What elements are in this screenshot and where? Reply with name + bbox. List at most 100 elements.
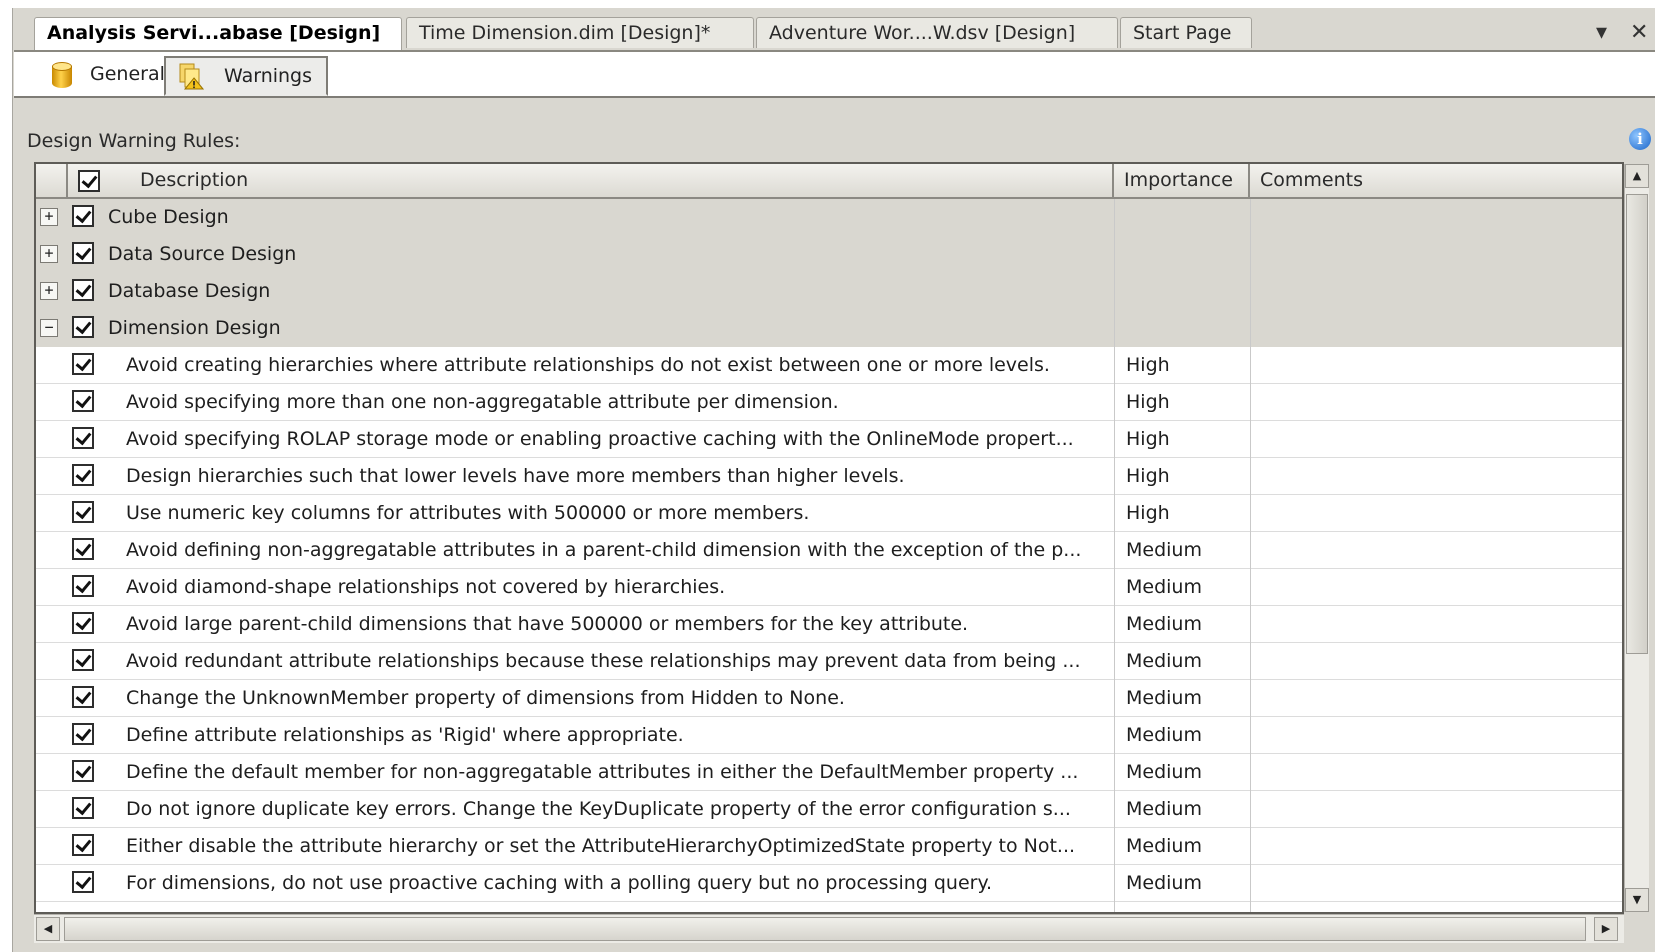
rule-row[interactable]: Either disable the attribute hierarchy o… xyxy=(36,828,1622,865)
rule-comments[interactable] xyxy=(1262,495,1612,531)
rule-importance[interactable]: High xyxy=(1126,495,1170,531)
group-row[interactable]: + Cube Design xyxy=(36,199,1622,236)
rule-comments[interactable] xyxy=(1262,865,1612,901)
rule-description: Avoid diamond-shape relationships not co… xyxy=(126,576,726,598)
rule-row[interactable]: Avoid large parent-child dimensions that… xyxy=(36,606,1622,643)
rule-comments[interactable] xyxy=(1262,717,1612,753)
expand-icon[interactable]: + xyxy=(40,245,58,263)
horizontal-scrollbar[interactable]: ◀ ▶ xyxy=(34,914,1624,943)
rule-importance[interactable]: Medium xyxy=(1126,828,1202,864)
rule-checkbox[interactable] xyxy=(72,575,94,597)
close-icon[interactable]: ✕ xyxy=(1630,20,1648,45)
tab-adventure-works-dsv[interactable]: Adventure Wor....W.dsv [Design] xyxy=(756,17,1118,48)
tab-general[interactable]: General xyxy=(32,56,172,96)
scroll-left-icon[interactable]: ◀ xyxy=(36,917,60,941)
rule-importance[interactable]: Medium xyxy=(1126,532,1202,568)
rule-description: Avoid defining non-aggregatable attribut… xyxy=(126,539,1082,561)
rule-checkbox[interactable] xyxy=(72,353,94,375)
group-checkbox[interactable] xyxy=(72,242,94,264)
rule-comments[interactable] xyxy=(1262,384,1612,420)
rule-importance[interactable]: Medium xyxy=(1126,569,1202,605)
rule-description: Avoid redundant attribute relationships … xyxy=(126,650,1081,672)
rule-comments[interactable] xyxy=(1262,458,1612,494)
rule-row[interactable]: Avoid redundant attribute relationships … xyxy=(36,643,1622,680)
group-checkbox[interactable] xyxy=(72,205,94,227)
expand-icon[interactable]: + xyxy=(40,208,58,226)
rule-checkbox[interactable] xyxy=(72,723,94,745)
rule-row[interactable]: Change the UnknownMember property of dim… xyxy=(36,680,1622,717)
vertical-scrollbar[interactable]: ▲ ▼ xyxy=(1624,164,1649,912)
column-divider xyxy=(1250,199,1251,912)
rule-row[interactable]: Design hierarchies such that lower level… xyxy=(36,458,1622,495)
rule-checkbox[interactable] xyxy=(72,871,94,893)
rule-checkbox[interactable] xyxy=(72,501,94,523)
tab-start-page[interactable]: Start Page xyxy=(1120,17,1252,48)
group-row[interactable]: + Data Source Design xyxy=(36,236,1622,273)
group-label: Data Source Design xyxy=(108,243,297,265)
info-icon[interactable]: i xyxy=(1629,128,1651,150)
group-row[interactable]: + Database Design xyxy=(36,273,1622,310)
rule-checkbox[interactable] xyxy=(72,797,94,819)
tab-time-dimension[interactable]: Time Dimension.dim [Design]* xyxy=(406,17,754,48)
group-checkbox[interactable] xyxy=(72,279,94,301)
rule-row[interactable]: For dimensions, do not use proactive cac… xyxy=(36,865,1622,902)
rule-comments[interactable] xyxy=(1262,569,1612,605)
rule-comments[interactable] xyxy=(1262,606,1612,642)
vertical-scroll-thumb[interactable] xyxy=(1626,194,1648,654)
tab-analysis-services-database[interactable]: Analysis Servi...abase [Design] xyxy=(34,17,402,50)
rule-comments[interactable] xyxy=(1262,347,1612,383)
rule-importance[interactable]: High xyxy=(1126,421,1170,457)
rule-checkbox[interactable] xyxy=(72,612,94,634)
rule-checkbox[interactable] xyxy=(72,834,94,856)
rule-importance[interactable]: Medium xyxy=(1126,791,1202,827)
rule-importance[interactable]: Medium xyxy=(1126,754,1202,790)
rule-comments[interactable] xyxy=(1262,680,1612,716)
rule-checkbox[interactable] xyxy=(72,760,94,782)
scroll-right-icon[interactable]: ▶ xyxy=(1594,917,1618,941)
column-header-importance[interactable]: Importance xyxy=(1114,164,1250,199)
rule-description: Either disable the attribute hierarchy o… xyxy=(126,835,1076,857)
rule-importance[interactable]: Medium xyxy=(1126,865,1202,901)
select-all-checkbox[interactable] xyxy=(78,170,100,192)
rule-importance[interactable]: Medium xyxy=(1126,680,1202,716)
rule-comments[interactable] xyxy=(1262,421,1612,457)
collapse-icon[interactable]: − xyxy=(40,319,58,337)
rule-checkbox[interactable] xyxy=(72,538,94,560)
rule-importance[interactable]: Medium xyxy=(1126,643,1202,679)
rule-row[interactable]: Avoid creating hierarchies where attribu… xyxy=(36,347,1622,384)
rule-checkbox[interactable] xyxy=(72,427,94,449)
rule-importance[interactable]: Medium xyxy=(1126,606,1202,642)
rule-checkbox[interactable] xyxy=(72,686,94,708)
rule-checkbox[interactable] xyxy=(72,390,94,412)
expand-icon[interactable]: + xyxy=(40,282,58,300)
scroll-up-icon[interactable]: ▲ xyxy=(1625,164,1649,188)
rule-importance[interactable]: Medium xyxy=(1126,717,1202,753)
database-icon xyxy=(52,62,72,90)
rule-row[interactable]: Avoid specifying more than one non-aggre… xyxy=(36,384,1622,421)
rule-row[interactable]: Avoid defining non-aggregatable attribut… xyxy=(36,532,1622,569)
horizontal-scroll-thumb[interactable] xyxy=(64,917,1586,941)
rule-checkbox[interactable] xyxy=(72,464,94,486)
column-header-comments[interactable]: Comments xyxy=(1250,164,1622,199)
rule-row[interactable]: Avoid specifying ROLAP storage mode or e… xyxy=(36,421,1622,458)
rule-comments[interactable] xyxy=(1262,791,1612,827)
rule-comments[interactable] xyxy=(1262,532,1612,568)
rule-row[interactable]: Do not ignore duplicate key errors. Chan… xyxy=(36,791,1622,828)
group-row[interactable]: − Dimension Design xyxy=(36,310,1622,347)
rule-importance[interactable]: High xyxy=(1126,384,1170,420)
rule-row[interactable]: Avoid diamond-shape relationships not co… xyxy=(36,569,1622,606)
rule-comments[interactable] xyxy=(1262,643,1612,679)
chevron-down-icon[interactable]: ▾ xyxy=(1596,20,1607,45)
rule-importance[interactable]: High xyxy=(1126,458,1170,494)
rule-comments[interactable] xyxy=(1262,754,1612,790)
rule-row[interactable]: Use numeric key columns for attributes w… xyxy=(36,495,1622,532)
tab-warnings[interactable]: Warnings xyxy=(164,56,328,96)
scroll-down-icon[interactable]: ▼ xyxy=(1625,888,1649,912)
rule-comments[interactable] xyxy=(1262,828,1612,864)
group-checkbox[interactable] xyxy=(72,316,94,338)
rule-row[interactable]: Define attribute relationships as 'Rigid… xyxy=(36,717,1622,754)
rule-row[interactable]: Define the default member for non-aggreg… xyxy=(36,754,1622,791)
column-header-description[interactable]: Description xyxy=(68,164,1114,199)
rule-importance[interactable]: High xyxy=(1126,347,1170,383)
rule-checkbox[interactable] xyxy=(72,649,94,671)
